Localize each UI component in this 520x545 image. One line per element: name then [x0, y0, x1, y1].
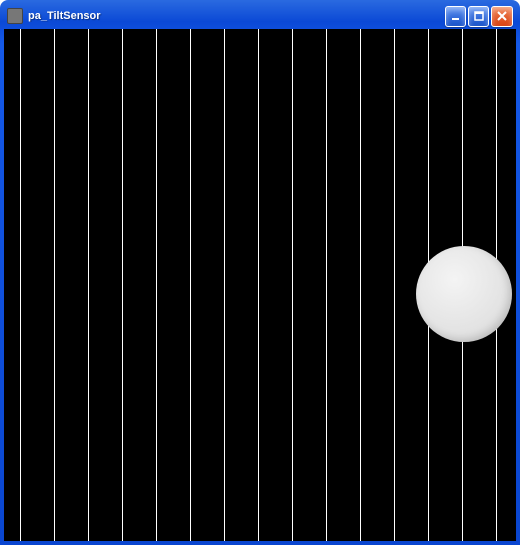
grid-line [122, 29, 123, 541]
grid-line [326, 29, 327, 541]
grid-line [54, 29, 55, 541]
maximize-icon [474, 11, 484, 21]
grid-line [292, 29, 293, 541]
maximize-button[interactable] [468, 6, 489, 27]
tilt-ball [416, 246, 512, 342]
grid-line [190, 29, 191, 541]
app-icon [7, 8, 23, 24]
close-icon [497, 11, 507, 21]
window-controls [445, 6, 513, 27]
grid-line [360, 29, 361, 541]
grid-line [224, 29, 225, 541]
grid-line [258, 29, 259, 541]
grid-line [156, 29, 157, 541]
grid-line [394, 29, 395, 541]
titlebar[interactable]: pa_TiltSensor [3, 3, 517, 29]
minimize-icon [451, 11, 461, 21]
grid-line [88, 29, 89, 541]
app-window: pa_TiltSensor [0, 0, 520, 545]
minimize-button[interactable] [445, 6, 466, 27]
window-title: pa_TiltSensor [28, 10, 445, 22]
grid-line [20, 29, 21, 541]
canvas-area[interactable] [4, 29, 516, 541]
close-button[interactable] [491, 6, 513, 27]
